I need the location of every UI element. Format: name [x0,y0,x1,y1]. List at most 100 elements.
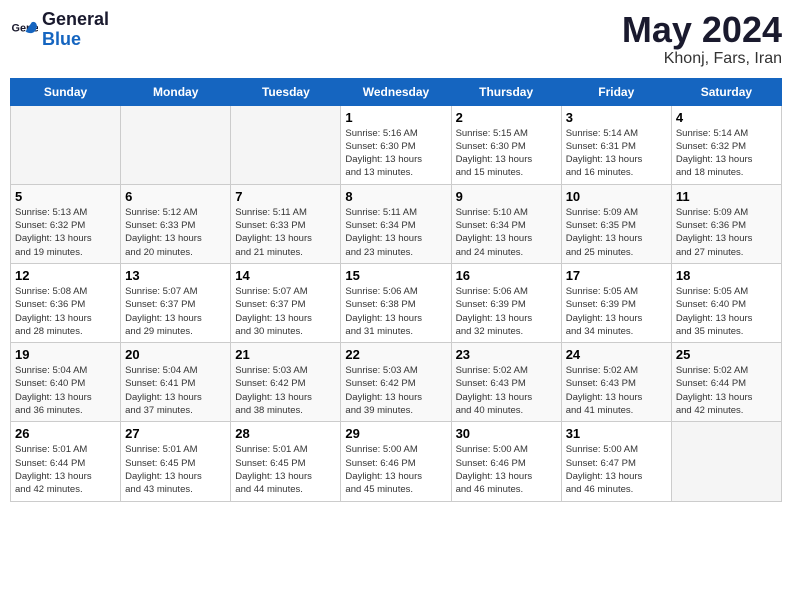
day-number: 13 [125,268,226,283]
day-info: Sunrise: 5:11 AM Sunset: 6:34 PM Dayligh… [345,206,446,259]
day-number: 16 [456,268,557,283]
day-info: Sunrise: 5:09 AM Sunset: 6:35 PM Dayligh… [566,206,667,259]
calendar-day-cell [671,422,781,501]
calendar-day-cell: 22Sunrise: 5:03 AM Sunset: 6:42 PM Dayli… [341,343,451,422]
calendar-day-cell [121,105,231,184]
day-info: Sunrise: 5:03 AM Sunset: 6:42 PM Dayligh… [345,364,446,417]
day-info: Sunrise: 5:00 AM Sunset: 6:46 PM Dayligh… [345,443,446,496]
calendar-day-cell: 30 Sunrise: 5:00 AM Sunset: 6:46 PM Dayli… [451,422,561,501]
day-info: Sunrise: 5:01 AM Sunset: 6:44 PM Dayligh… [15,443,116,496]
calendar-day-cell: 29 Sunrise: 5:00 AM Sunset: 6:46 PM Dayli… [341,422,451,501]
calendar-week-row: 19 Sunrise: 5:04 AM Sunset: 6:40 PM Dayli… [11,343,782,422]
day-info: Sunrise: 5:12 AM Sunset: 6:33 PM Dayligh… [125,206,226,259]
day-info: Sunrise: 5:05 AM Sunset: 6:40 PM Dayligh… [676,285,777,338]
day-info: Sunrise: 5:01 AM Sunset: 6:45 PM Dayligh… [235,443,336,496]
day-number: 1 [345,110,446,125]
day-number: 21 [235,347,336,362]
calendar-day-cell: 14Sunrise: 5:07 AM Sunset: 6:37 PM Dayli… [231,263,341,342]
calendar-week-row: 12 Sunrise: 5:08 AM Sunset: 6:36 PM Dayli… [11,263,782,342]
day-info: Sunrise: 5:04 AM Sunset: 6:40 PM Dayligh… [15,364,116,417]
day-number: 11 [676,189,777,204]
day-of-week-header: Sunday [11,78,121,105]
calendar-day-cell [11,105,121,184]
day-number: 8 [345,189,446,204]
day-number: 7 [235,189,336,204]
day-number: 4 [676,110,777,125]
day-info: Sunrise: 5:02 AM Sunset: 6:43 PM Dayligh… [566,364,667,417]
day-number: 2 [456,110,557,125]
day-info: Sunrise: 5:07 AM Sunset: 6:37 PM Dayligh… [125,285,226,338]
day-number: 25 [676,347,777,362]
calendar-day-cell: 12 Sunrise: 5:08 AM Sunset: 6:36 PM Dayli… [11,263,121,342]
calendar-table: SundayMondayTuesdayWednesdayThursdayFrid… [10,78,782,502]
day-of-week-header: Wednesday [341,78,451,105]
day-info: Sunrise: 5:02 AM Sunset: 6:43 PM Dayligh… [456,364,557,417]
day-info: Sunrise: 5:16 AM Sunset: 6:30 PM Dayligh… [345,127,446,180]
calendar-day-cell: 15 Sunrise: 5:06 AM Sunset: 6:38 PM Dayli… [341,263,451,342]
day-info: Sunrise: 5:06 AM Sunset: 6:38 PM Dayligh… [345,285,446,338]
day-info: Sunrise: 5:02 AM Sunset: 6:44 PM Dayligh… [676,364,777,417]
day-number: 19 [15,347,116,362]
calendar-day-cell: 23 Sunrise: 5:02 AM Sunset: 6:43 PM Dayli… [451,343,561,422]
day-number: 30 [456,426,557,441]
day-info: Sunrise: 5:06 AM Sunset: 6:39 PM Dayligh… [456,285,557,338]
day-number: 29 [345,426,446,441]
day-info: Sunrise: 5:00 AM Sunset: 6:47 PM Dayligh… [566,443,667,496]
calendar-day-cell: 27 Sunrise: 5:01 AM Sunset: 6:45 PM Dayli… [121,422,231,501]
calendar-day-cell: 9Sunrise: 5:10 AM Sunset: 6:34 PM Daylig… [451,184,561,263]
day-number: 27 [125,426,226,441]
calendar-day-cell: 18 Sunrise: 5:05 AM Sunset: 6:40 PM Dayli… [671,263,781,342]
calendar-day-cell: 28 Sunrise: 5:01 AM Sunset: 6:45 PM Dayli… [231,422,341,501]
calendar-week-row: 5 Sunrise: 5:13 AM Sunset: 6:32 PM Daylig… [11,184,782,263]
day-number: 3 [566,110,667,125]
day-info: Sunrise: 5:15 AM Sunset: 6:30 PM Dayligh… [456,127,557,180]
day-number: 15 [345,268,446,283]
logo: General General Blue [10,10,109,50]
calendar-day-cell [231,105,341,184]
day-number: 24 [566,347,667,362]
calendar-day-cell: 25 Sunrise: 5:02 AM Sunset: 6:44 PM Dayli… [671,343,781,422]
day-number: 5 [15,189,116,204]
day-number: 23 [456,347,557,362]
day-number: 14 [235,268,336,283]
day-info: Sunrise: 5:11 AM Sunset: 6:33 PM Dayligh… [235,206,336,259]
day-info: Sunrise: 5:05 AM Sunset: 6:39 PM Dayligh… [566,285,667,338]
calendar-header-row: SundayMondayTuesdayWednesdayThursdayFrid… [11,78,782,105]
calendar-day-cell: 1 Sunrise: 5:16 AM Sunset: 6:30 PM Daylig… [341,105,451,184]
day-info: Sunrise: 5:14 AM Sunset: 6:31 PM Dayligh… [566,127,667,180]
calendar-day-cell: 11Sunrise: 5:09 AM Sunset: 6:36 PM Dayli… [671,184,781,263]
logo-icon: General [10,16,38,44]
day-number: 9 [456,189,557,204]
day-of-week-header: Friday [561,78,671,105]
day-of-week-header: Tuesday [231,78,341,105]
calendar-day-cell: 19 Sunrise: 5:04 AM Sunset: 6:40 PM Dayli… [11,343,121,422]
calendar-day-cell: 24 Sunrise: 5:02 AM Sunset: 6:43 PM Dayli… [561,343,671,422]
day-info: Sunrise: 5:04 AM Sunset: 6:41 PM Dayligh… [125,364,226,417]
day-info: Sunrise: 5:00 AM Sunset: 6:46 PM Dayligh… [456,443,557,496]
day-number: 28 [235,426,336,441]
day-of-week-header: Monday [121,78,231,105]
calendar-day-cell: 13 Sunrise: 5:07 AM Sunset: 6:37 PM Dayli… [121,263,231,342]
day-number: 10 [566,189,667,204]
title-block: May 2024 Khonj, Fars, Iran [622,10,782,68]
month-year-title: May 2024 [622,10,782,50]
day-info: Sunrise: 5:08 AM Sunset: 6:36 PM Dayligh… [15,285,116,338]
calendar-week-row: 1 Sunrise: 5:16 AM Sunset: 6:30 PM Daylig… [11,105,782,184]
day-number: 17 [566,268,667,283]
calendar-day-cell: 2 Sunrise: 5:15 AM Sunset: 6:30 PM Daylig… [451,105,561,184]
calendar-day-cell: 21Sunrise: 5:03 AM Sunset: 6:42 PM Dayli… [231,343,341,422]
page-header: General General Blue May 2024 Khonj, Far… [10,10,782,68]
calendar-day-cell: 7 Sunrise: 5:11 AM Sunset: 6:33 PM Daylig… [231,184,341,263]
day-of-week-header: Saturday [671,78,781,105]
day-of-week-header: Thursday [451,78,561,105]
calendar-week-row: 26Sunrise: 5:01 AM Sunset: 6:44 PM Dayli… [11,422,782,501]
day-info: Sunrise: 5:01 AM Sunset: 6:45 PM Dayligh… [125,443,226,496]
day-number: 31 [566,426,667,441]
calendar-day-cell: 26Sunrise: 5:01 AM Sunset: 6:44 PM Dayli… [11,422,121,501]
day-number: 18 [676,268,777,283]
day-info: Sunrise: 5:13 AM Sunset: 6:32 PM Dayligh… [15,206,116,259]
logo-text: General Blue [42,10,109,50]
day-number: 12 [15,268,116,283]
calendar-day-cell: 17 Sunrise: 5:05 AM Sunset: 6:39 PM Dayli… [561,263,671,342]
calendar-day-cell: 5 Sunrise: 5:13 AM Sunset: 6:32 PM Daylig… [11,184,121,263]
